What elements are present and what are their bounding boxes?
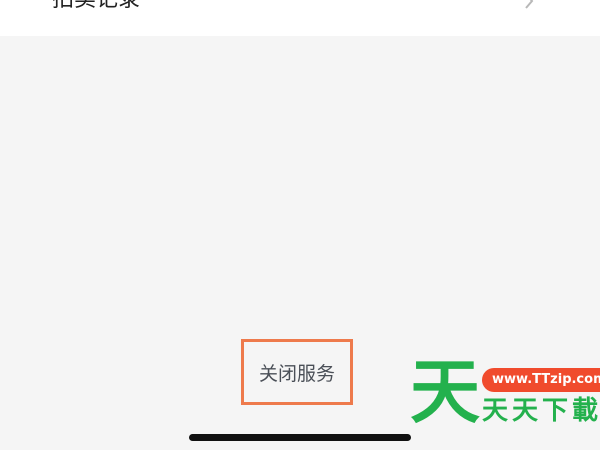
watermark-big-char: 天 (410, 351, 480, 433)
home-indicator[interactable] (189, 434, 411, 441)
watermark-logo: 天 www.TTzip.com 天天下載 (410, 354, 600, 432)
auction-record-label: 拍卖记录 (52, 0, 140, 14)
auction-record-row[interactable]: 拍卖记录 (0, 0, 600, 36)
close-service-button[interactable]: 关闭服务 (241, 339, 353, 405)
watermark-brand-text: 天天下載 (482, 396, 600, 426)
close-service-label: 关闭服务 (258, 362, 335, 385)
chevron-right-icon (525, 0, 534, 9)
watermark-url-badge: www.TTzip.com (482, 368, 600, 392)
